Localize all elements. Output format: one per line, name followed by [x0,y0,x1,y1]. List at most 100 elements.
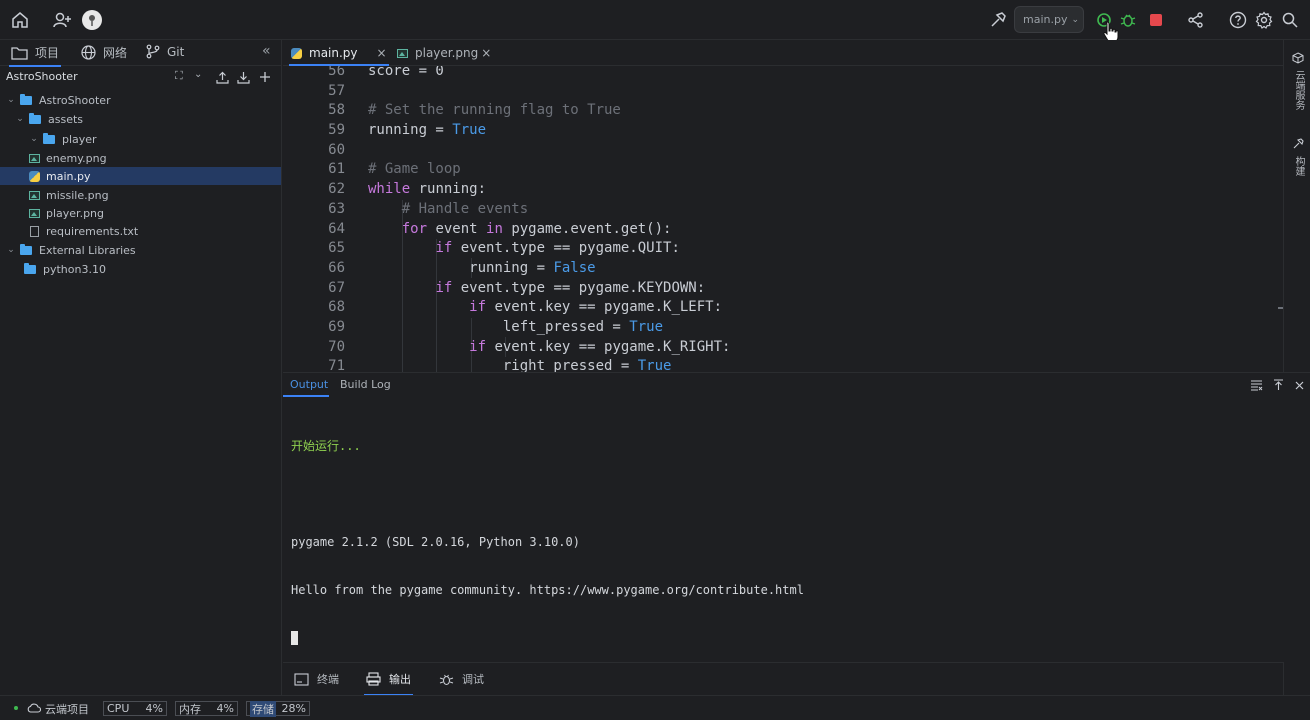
collapse-panel-icon[interactable]: « [262,43,271,59]
tree-item-external-libraries[interactable]: ⌄ External Libraries [0,241,281,259]
code-line: 70 if event.key == pygame.K_RIGHT: [328,338,731,355]
tree-item-label: External Libraries [39,243,136,257]
tab-output[interactable]: Output [290,378,328,391]
code-line: 60 [328,141,345,158]
memory-value: 4% [216,702,234,715]
code-line: 63 # Handle events [328,200,529,217]
tab-network-label: 网络 [103,46,128,60]
tab-git[interactable]: Git [146,44,184,59]
code-editor[interactable]: main.py × player.png × 56 score = 0 57 58… [283,40,1283,372]
memory-usage[interactable]: 内存 4% [175,701,238,716]
stop-icon[interactable] [1144,8,1168,32]
clear-output-icon[interactable] [1250,380,1263,391]
download-icon[interactable] [237,71,250,84]
memory-label: 内存 [179,702,201,716]
tab-build-log[interactable]: Build Log [340,378,391,391]
tree-item-assets[interactable]: ⌄ assets [0,110,281,128]
terminal-icon [294,672,309,686]
console-line: Hello from the pygame community. https:/… [291,583,804,597]
tab-main-py[interactable]: main.py × [289,40,389,66]
project-header: AstroShooter ⛶ ⌄ [0,66,281,90]
close-icon[interactable]: × [377,46,387,60]
tree-item-requirements-txt[interactable]: requirements.txt [0,222,281,240]
share-icon[interactable] [1184,8,1208,32]
home-icon[interactable] [8,8,32,32]
chevron-down-icon: ⌄ [7,245,15,255]
chevron-down-icon: ⌄ [16,114,24,124]
tab-project[interactable]: 项目 [8,44,62,67]
tab-network[interactable]: 网络 [81,44,127,61]
tab-debug-label: 调试 [462,673,484,686]
close-icon[interactable] [1295,381,1304,390]
code-line: 59 running = True [328,122,487,139]
pin-top-icon[interactable] [1273,379,1284,391]
tree-item-missile-png[interactable]: missile.png [0,186,281,204]
cloud-services-label[interactable]: 云端服务 [1291,70,1306,110]
tree-item-main-py[interactable]: main.py [0,167,281,185]
tree-item-python310[interactable]: python3.10 [0,260,281,278]
status-dot [14,706,18,710]
close-icon[interactable]: × [481,46,491,60]
console-output[interactable]: 开始运行... pygame 2.1.2 (SDL 2.0.16, Python… [291,406,804,677]
debug-bug-icon [439,674,454,685]
tree-item-player-folder[interactable]: ⌄ player [0,130,281,148]
avatar[interactable] [80,8,104,32]
tab-debug[interactable]: 调试 [439,671,484,687]
project-panel: 项目 网络 Git « AstroShooter ⛶ ⌄ ⌄ AstroShoo… [0,40,282,695]
code-line: 61 # Game loop [328,161,461,178]
storage-usage[interactable]: 存储 28% [246,700,310,717]
tab-label: main.py [309,46,358,60]
tree-item-player-png[interactable]: player.png [0,204,281,222]
folder-icon [43,132,55,144]
add-user-icon[interactable] [50,8,74,32]
tree-item-label: enemy.png [46,151,107,165]
locate-file-icon[interactable]: ⛶ [175,69,183,83]
left-panel-tabs: 项目 网络 Git « [0,40,281,67]
code-area[interactable]: 56 score = 0 57 58 # Set the running flag … [283,62,1283,372]
cube-icon[interactable] [1292,52,1304,64]
tree-item-label: missile.png [46,188,109,202]
tab-player-png[interactable]: player.png × [397,40,491,66]
tree-item-label: python3.10 [43,262,106,276]
code-line: 62 while running: [328,181,487,198]
folder-icon [29,112,41,124]
code-line: 71 right_pressed = True [328,358,672,372]
chevron-down-icon: ⌄ [7,95,15,105]
cpu-usage[interactable]: CPU 4% [103,701,167,716]
cpu-value: 4% [145,702,163,715]
tab-git-label: Git [167,44,185,59]
code-line: 67 if event.type == pygame.KEYDOWN: [328,279,706,296]
build-hammer-icon[interactable] [986,8,1010,32]
build-label[interactable]: 构建 [1291,156,1306,176]
cpu-label: CPU [107,702,130,715]
help-icon[interactable] [1226,8,1250,32]
run-config-select[interactable]: main.py ⌄ [1014,6,1084,33]
storage-label: 存储 [250,700,276,717]
code-line: 57 [328,82,345,99]
cloud-project-label[interactable]: 云端项目 [45,701,89,717]
image-file-icon [29,153,40,163]
text-file-icon [30,225,39,237]
run-config-label: main.py [1023,13,1068,26]
image-file-icon [397,48,408,58]
editor-tabs: main.py × player.png × [283,40,1283,66]
tree-item-astroshooter[interactable]: ⌄ AstroShooter [0,91,281,109]
active-tab-indicator [283,395,329,397]
code-line: 65 if event.type == pygame.QUIT: [328,240,680,257]
globe-icon [81,45,96,60]
cloud-icon [27,703,41,713]
chevron-down-icon[interactable]: ⌄ [194,69,202,80]
search-icon[interactable] [1278,8,1302,32]
tab-project-label: 项目 [35,46,60,60]
tree-item-enemy-png[interactable]: enemy.png [0,149,281,167]
build-icon[interactable] [1292,138,1304,150]
tab-terminal-label: 终端 [317,673,339,686]
console-start-line: 开始运行... [291,439,361,453]
tab-terminal[interactable]: 终端 [294,671,339,687]
settings-gear-icon[interactable] [1252,8,1276,32]
add-icon[interactable] [259,71,271,83]
upload-icon[interactable] [216,71,229,84]
tab-output-label: 输出 [389,673,411,686]
chevron-down-icon: ⌄ [1071,14,1080,25]
tab-output-bottom[interactable]: 输出 [364,671,413,696]
